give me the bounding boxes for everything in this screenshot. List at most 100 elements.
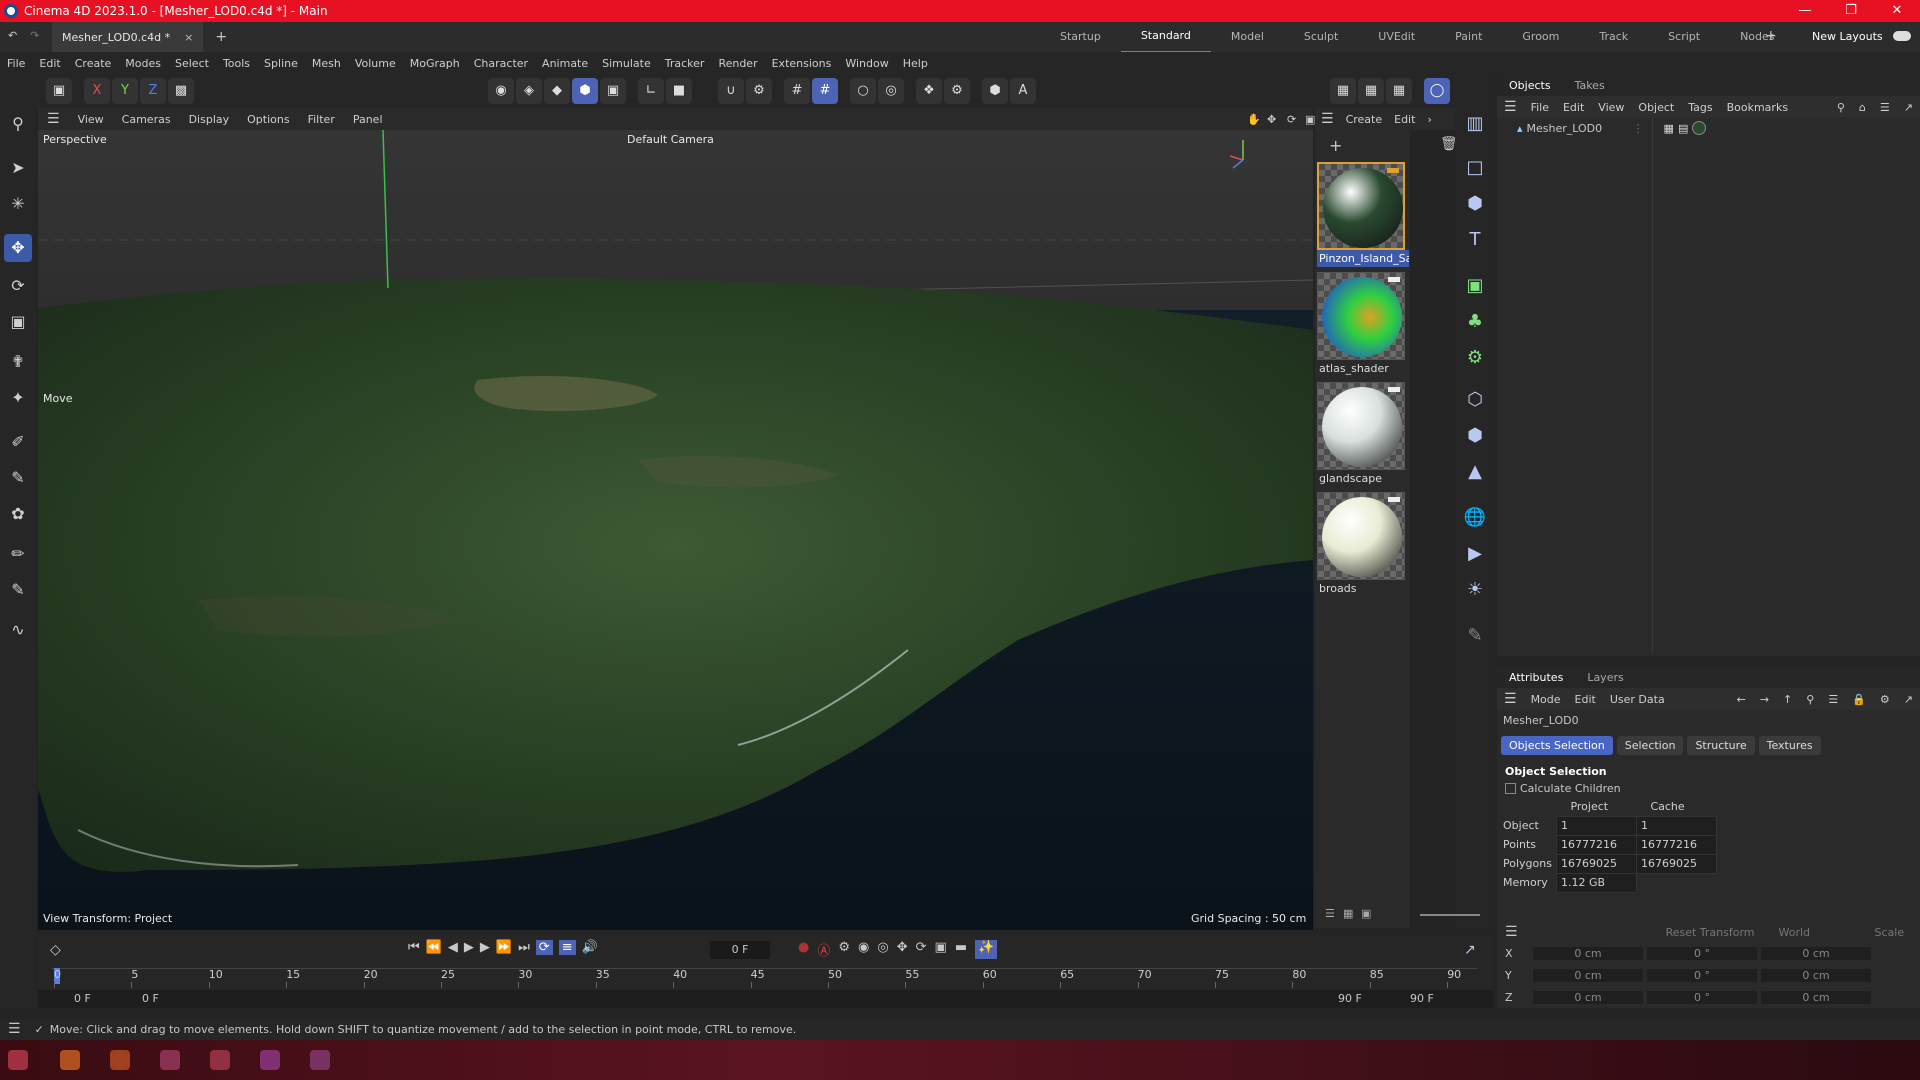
symmetry-icon[interactable]: ❖ xyxy=(916,78,942,104)
play-icon[interactable]: ▶ xyxy=(464,940,474,955)
material-menu-create[interactable]: Create xyxy=(1340,113,1389,126)
layout-tab-paint[interactable]: Paint xyxy=(1435,22,1502,52)
points-mode-icon[interactable]: ◉ xyxy=(488,78,514,104)
point-level-icon[interactable]: ✨ xyxy=(975,940,998,959)
workplane-icon[interactable]: # xyxy=(812,78,838,104)
previous-key-icon[interactable]: ⏪ xyxy=(426,940,442,955)
chevron-right-icon[interactable]: › xyxy=(1421,113,1437,126)
field-icon[interactable]: ⬢ xyxy=(1461,422,1489,450)
attributes-menu-userdata[interactable]: User Data xyxy=(1603,693,1672,706)
settings-icon[interactable]: ⚙ xyxy=(1873,693,1897,706)
environment-icon[interactable]: 🌐 xyxy=(1461,504,1489,532)
generator-icon[interactable]: ▣ xyxy=(1461,272,1489,300)
taskbar-app-icon[interactable] xyxy=(60,1050,80,1070)
menu-simulate[interactable]: Simulate xyxy=(595,57,658,70)
thumbnail-size-slider[interactable] xyxy=(1420,914,1480,916)
close-icon[interactable]: ✕ xyxy=(1874,0,1920,22)
autokey-icon[interactable]: Ⓐ xyxy=(817,940,830,959)
layout-tab-uvedit[interactable]: UVEdit xyxy=(1358,22,1435,52)
viewport-menu-options[interactable]: Options xyxy=(238,113,298,126)
menu-character[interactable]: Character xyxy=(467,57,535,70)
uv-mode-icon[interactable]: ▣ xyxy=(600,78,626,104)
range-end-frame[interactable]: 90 F xyxy=(1338,992,1362,1005)
large-view-icon[interactable]: ▣ xyxy=(1361,907,1371,920)
document-tab[interactable]: Mesher_LOD0.c4d * × xyxy=(52,22,204,52)
model-mode-icon[interactable]: ⬢ xyxy=(572,78,598,104)
menu-window[interactable]: Window xyxy=(838,57,895,70)
interactive-render-icon[interactable]: ◯ xyxy=(1424,78,1450,104)
objects-menu-file[interactable]: File xyxy=(1524,101,1556,114)
spline-pen-icon[interactable]: ✐ xyxy=(4,428,32,456)
timeline-ruler[interactable]: 0 5 10 15 20 25 30 35 40 45 50 55 60 65 70 75 80 85 90 xyxy=(52,968,1477,988)
deformer-icon[interactable]: ⬡ xyxy=(1461,386,1489,414)
render-region-icon[interactable]: ○ xyxy=(850,78,876,104)
add-material-icon[interactable]: + xyxy=(1329,136,1342,155)
menu-spline[interactable]: Spline xyxy=(257,57,305,70)
range-start-frame[interactable]: 0 F xyxy=(142,992,159,1005)
render-settings-icon[interactable]: ▦ xyxy=(1386,78,1412,104)
menu-volume[interactable]: Volume xyxy=(348,57,403,70)
next-key-icon[interactable]: ⏩ xyxy=(496,940,512,955)
attributes-hamburger-icon[interactable]: ☰ xyxy=(1497,691,1524,707)
symmetry-settings-icon[interactable]: ⚙ xyxy=(944,78,970,104)
objects-menu-object[interactable]: Object xyxy=(1631,101,1681,114)
up-arrow-icon[interactable]: ↑ xyxy=(1776,693,1799,706)
sculpt-tool-icon[interactable]: ∿ xyxy=(4,616,32,644)
layout-tab-standard[interactable]: Standard xyxy=(1120,21,1211,53)
render-view-icon[interactable]: ◎ xyxy=(878,78,904,104)
scale-field[interactable]: 0 cm xyxy=(1761,968,1871,982)
keyframe-icon[interactable]: ◇ xyxy=(50,942,61,958)
lock-x-toggle[interactable]: X xyxy=(84,78,110,104)
add-tab-icon[interactable]: + xyxy=(215,29,227,45)
hide-icon[interactable]: ⬢ xyxy=(982,78,1008,104)
new-window-icon[interactable]: ↗ xyxy=(1897,101,1920,114)
lock-icon[interactable]: 🔒 xyxy=(1845,693,1873,706)
material-item[interactable]: glandscape xyxy=(1317,382,1409,487)
attributes-menu-mode[interactable]: Mode xyxy=(1524,693,1568,706)
param-track-icon[interactable]: ▬ xyxy=(955,940,967,959)
taskbar-app-icon[interactable] xyxy=(310,1050,330,1070)
taskbar-app-icon[interactable] xyxy=(260,1050,280,1070)
next-frame-icon[interactable]: ▶ xyxy=(480,940,490,955)
lock-y-toggle[interactable]: Y xyxy=(112,78,138,104)
menu-mesh[interactable]: Mesh xyxy=(305,57,348,70)
menu-animate[interactable]: Animate xyxy=(535,57,595,70)
layout-tab-nodes[interactable]: Nodes xyxy=(1720,22,1794,52)
undo-icon[interactable]: ↶ xyxy=(8,29,17,42)
layout-tab-groom[interactable]: Groom xyxy=(1502,22,1579,52)
menu-extensions[interactable]: Extensions xyxy=(765,57,839,70)
scale-track-icon[interactable]: ▣ xyxy=(935,940,947,959)
knife-tool-icon[interactable]: ✿ xyxy=(4,500,32,528)
redo-icon[interactable]: ↷ xyxy=(30,29,39,42)
coordinate-mode-select[interactable]: Scale xyxy=(1875,926,1905,939)
reset-transform-button[interactable]: Reset Transform xyxy=(1666,926,1755,939)
phong-tag-icon[interactable]: ▤ xyxy=(1678,122,1688,135)
position-field[interactable]: 0 cm xyxy=(1533,946,1643,960)
record-icon[interactable]: ● xyxy=(798,940,809,959)
objects-menu-edit[interactable]: Edit xyxy=(1556,101,1591,114)
timeline-window-icon[interactable]: ↗ xyxy=(1464,942,1476,958)
magnet-icon[interactable]: ∪ xyxy=(718,78,744,104)
light-icon[interactable]: ☀ xyxy=(1461,576,1489,604)
end-frame[interactable]: 90 F xyxy=(1410,992,1434,1005)
menu-mograph[interactable]: MoGraph xyxy=(403,57,467,70)
objects-menu-view[interactable]: View xyxy=(1591,101,1631,114)
tag-icon[interactable]: ✎ xyxy=(1461,622,1489,650)
rotation-field[interactable]: 0 ° xyxy=(1647,946,1757,960)
coordinate-space-select[interactable]: World xyxy=(1779,926,1859,939)
material-item[interactable]: Pinzon_Island_Sat xyxy=(1317,162,1409,267)
material-menu-edit[interactable]: Edit xyxy=(1388,113,1421,126)
material-item[interactable]: broads xyxy=(1317,492,1409,597)
menu-file[interactable]: File xyxy=(0,57,32,70)
taskbar-app-icon[interactable] xyxy=(210,1050,230,1070)
polygons-mode-icon[interactable]: ◆ xyxy=(544,78,570,104)
transfer-tool-icon[interactable]: ✟ xyxy=(4,348,32,376)
loop-icon[interactable]: ⟳ xyxy=(535,940,553,955)
go-to-end-icon[interactable]: ⏭ xyxy=(518,940,530,955)
transform-tool-icon[interactable]: ✦ xyxy=(4,384,32,412)
rotation-track-icon[interactable]: ⟳ xyxy=(916,940,927,959)
motion-system-icon[interactable]: ◉ xyxy=(858,940,869,959)
text-spline-icon[interactable]: T xyxy=(1461,226,1489,254)
spline-sketch-icon[interactable]: ✎ xyxy=(4,464,32,492)
lock-z-toggle[interactable]: Z xyxy=(140,78,166,104)
